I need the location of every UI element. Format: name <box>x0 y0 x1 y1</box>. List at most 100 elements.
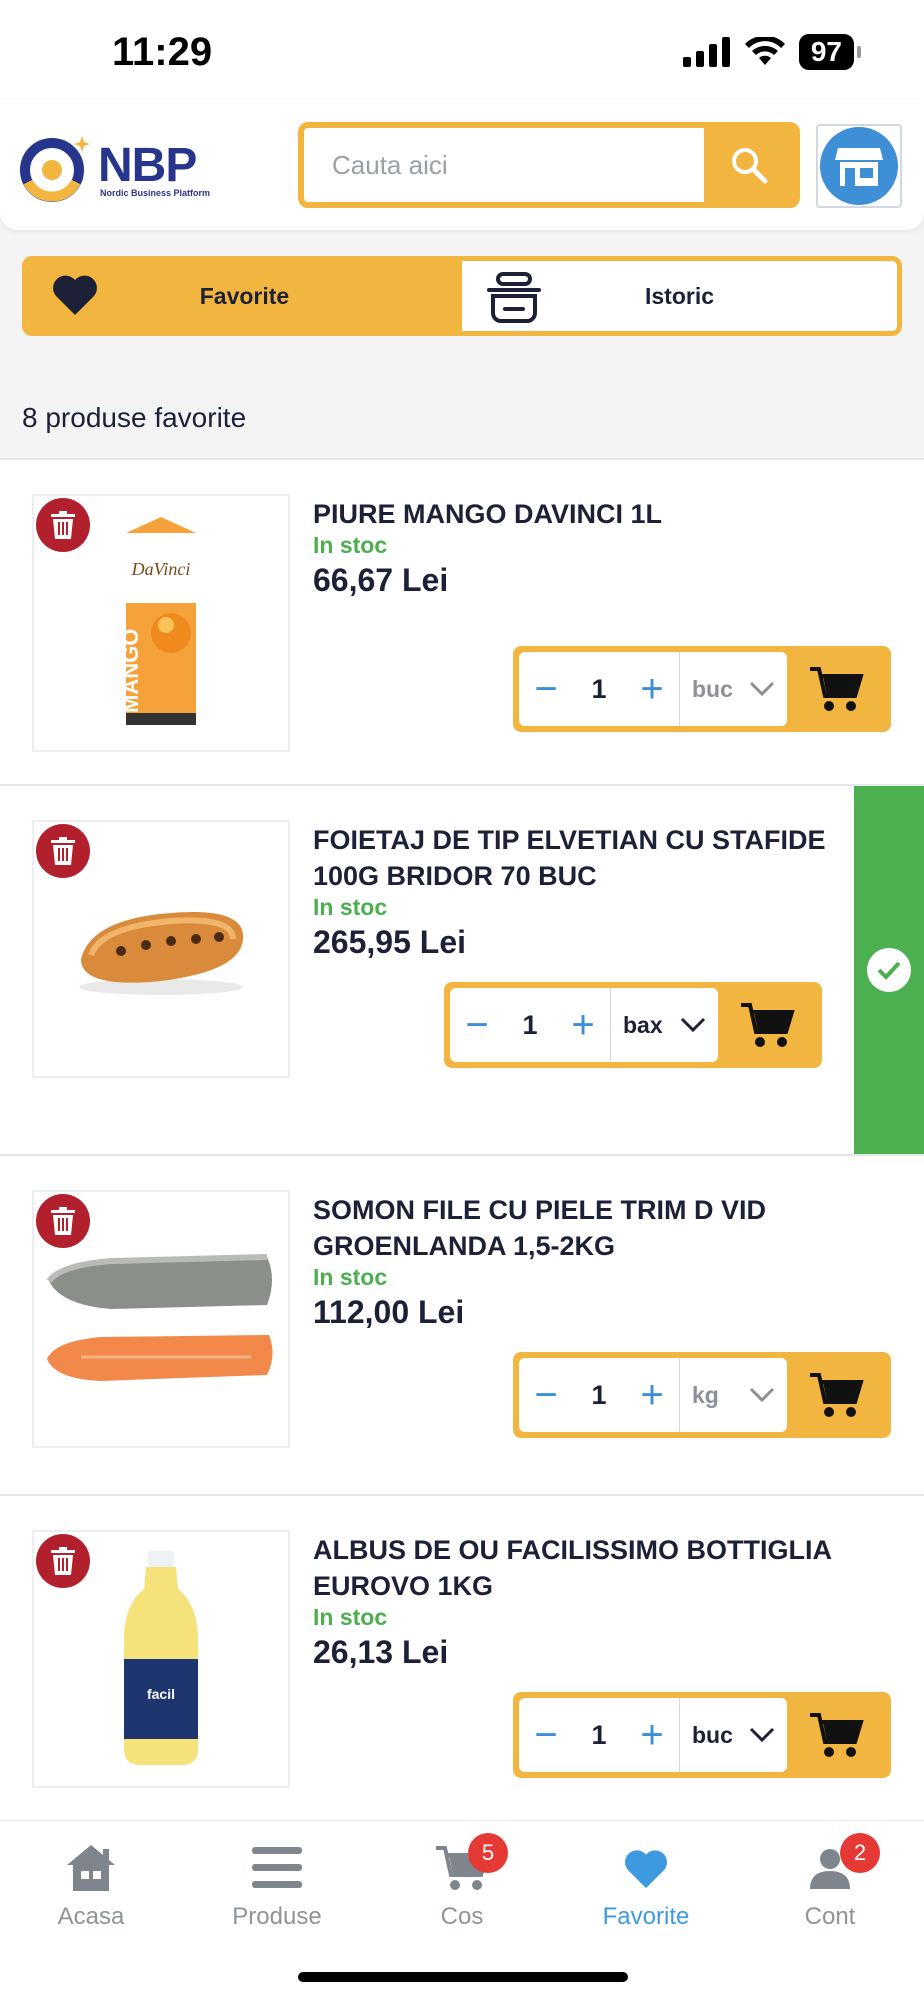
stock-status: In stoc <box>313 1604 388 1630</box>
menu-icon <box>252 1847 302 1888</box>
nav-favorite-label: Favorite <box>602 1903 690 1930</box>
home-indicator <box>298 1972 628 1982</box>
product-name[interactable]: FOIETAJ DE TIP ELVETIAN CU STAFIDE 100G … <box>313 822 893 894</box>
nbp-logo[interactable]: NBP Nordic Business Platform <box>20 130 210 210</box>
add-to-cart-button[interactable] <box>718 1001 816 1049</box>
status-bar: 11:29 97 <box>0 0 924 100</box>
decrement-button[interactable]: − <box>519 652 573 726</box>
list-item: SOMON FILE CU PIELE TRIM D VID GROENLAND… <box>0 1154 924 1494</box>
add-to-cart-button[interactable] <box>787 1711 885 1759</box>
unit-select[interactable]: buc <box>679 652 787 726</box>
list-item: facil ALBUS DE OU FACILISSIMO BOTTIGLIA … <box>0 1494 924 1824</box>
increment-button[interactable]: + <box>625 652 679 726</box>
unit-value: kg <box>692 1381 719 1408</box>
wifi-icon <box>744 37 785 65</box>
stock-status: In stoc <box>313 894 388 920</box>
cart-badge: 5 <box>468 1833 508 1873</box>
salmon-fillet-image <box>46 1254 273 1381</box>
product-price: 26,13 Lei <box>313 1634 449 1670</box>
egg-white-bottle-image: facil <box>124 1551 198 1765</box>
heart-icon <box>625 1850 667 1889</box>
add-to-cart-bar: − 1 + buc <box>513 1692 891 1778</box>
chevron-down-icon <box>749 1387 775 1403</box>
quantity-value[interactable]: 1 <box>504 1010 556 1041</box>
nav-favorite[interactable]: Favorite <box>576 1833 716 1931</box>
trash-icon <box>51 1547 75 1575</box>
logo-text: NBP <box>98 139 197 192</box>
search-bar <box>298 122 800 208</box>
nav-cont[interactable]: 2 Cont <box>760 1833 900 1931</box>
increment-button[interactable]: + <box>556 988 610 1062</box>
cart-icon <box>741 1003 795 1047</box>
cart-icon <box>810 667 864 711</box>
quantity-value[interactable]: 1 <box>573 1380 625 1411</box>
trash-icon <box>51 511 75 539</box>
delete-button[interactable] <box>36 1194 90 1248</box>
nav-cont-label: Cont <box>804 1903 856 1930</box>
add-to-cart-button[interactable] <box>787 665 885 713</box>
unit-value: buc <box>692 675 733 702</box>
list-item: FOIETAJ DE TIP ELVETIAN CU STAFIDE 100G … <box>0 784 924 1154</box>
signal-icon <box>682 37 730 67</box>
decrement-button[interactable]: − <box>450 988 504 1062</box>
favorites-history-tabs: Favorite Istoric <box>22 256 902 336</box>
home-icon <box>67 1845 115 1891</box>
search-button[interactable] <box>704 128 794 202</box>
unit-select[interactable]: kg <box>679 1358 787 1432</box>
increment-button[interactable]: + <box>625 1698 679 1772</box>
check-icon <box>877 961 901 980</box>
nav-produse[interactable]: Produse <box>207 1833 347 1931</box>
increment-button[interactable]: + <box>625 1358 679 1432</box>
tab-favorite[interactable]: Favorite <box>27 261 462 331</box>
product-name[interactable]: PIURE MANGO DAVINCI 1L <box>313 496 893 532</box>
unit-select[interactable]: buc <box>679 1698 787 1772</box>
added-to-cart-indicator <box>854 786 924 1154</box>
favorites-list: DaVinci MANGO PIURE MANGO DAVINCI 1L In … <box>0 458 924 1824</box>
chevron-down-icon <box>749 681 775 697</box>
tab-istoric[interactable]: Istoric <box>462 261 897 331</box>
store-button[interactable] <box>816 124 902 208</box>
nav-acasa[interactable]: Acasa <box>21 1833 161 1931</box>
cart-icon <box>810 1373 864 1417</box>
delete-button[interactable] <box>36 1534 90 1588</box>
add-to-cart-bar: − 1 + buc <box>513 646 891 732</box>
quantity-value[interactable]: 1 <box>573 1720 625 1751</box>
product-price: 112,00 Lei <box>313 1294 465 1330</box>
logo-mark-icon <box>20 136 90 202</box>
mango-puree-carton-image: DaVinci MANGO <box>118 517 196 725</box>
search-icon <box>732 148 768 184</box>
trash-icon <box>51 1207 75 1235</box>
search-input[interactable] <box>304 128 704 202</box>
trash-icon <box>51 837 75 865</box>
decrement-button[interactable]: − <box>519 1358 573 1432</box>
list-item: DaVinci MANGO PIURE MANGO DAVINCI 1L In … <box>0 458 924 784</box>
chevron-down-icon <box>680 1017 706 1033</box>
stock-status: In stoc <box>313 1264 388 1290</box>
decrement-button[interactable]: − <box>519 1698 573 1772</box>
delete-button[interactable] <box>36 498 90 552</box>
chevron-down-icon <box>749 1727 775 1743</box>
svg-text:facil: facil <box>147 1686 175 1702</box>
add-to-cart-button[interactable] <box>787 1371 885 1419</box>
add-to-cart-bar: − 1 + kg <box>513 1352 891 1438</box>
nav-cos[interactable]: 5 Cos <box>392 1833 532 1931</box>
unit-value: bax <box>623 1011 663 1038</box>
svg-text:MANGO: MANGO <box>118 629 143 713</box>
add-to-cart-bar: − 1 + bax <box>444 982 822 1068</box>
delete-button[interactable] <box>36 824 90 878</box>
raisin-pastry-image <box>79 912 244 995</box>
unit-value: buc <box>692 1721 733 1748</box>
nav-cos-label: Cos <box>440 1903 484 1930</box>
quantity-value[interactable]: 1 <box>573 674 625 705</box>
history-basket-icon <box>487 272 541 323</box>
svg-text:DaVinci: DaVinci <box>131 559 191 579</box>
store-icon <box>835 148 883 186</box>
cart-icon <box>810 1713 864 1757</box>
unit-select[interactable]: bax <box>610 988 718 1062</box>
nav-acasa-label: Acasa <box>57 1903 125 1930</box>
product-name[interactable]: ALBUS DE OU FACILISSIMO BOTTIGLIA EUROVO… <box>313 1532 893 1604</box>
favorites-count: 8 produse favorite <box>22 402 247 433</box>
account-badge: 2 <box>840 1833 880 1873</box>
product-name[interactable]: SOMON FILE CU PIELE TRIM D VID GROENLAND… <box>313 1192 893 1264</box>
heart-icon <box>53 275 97 315</box>
